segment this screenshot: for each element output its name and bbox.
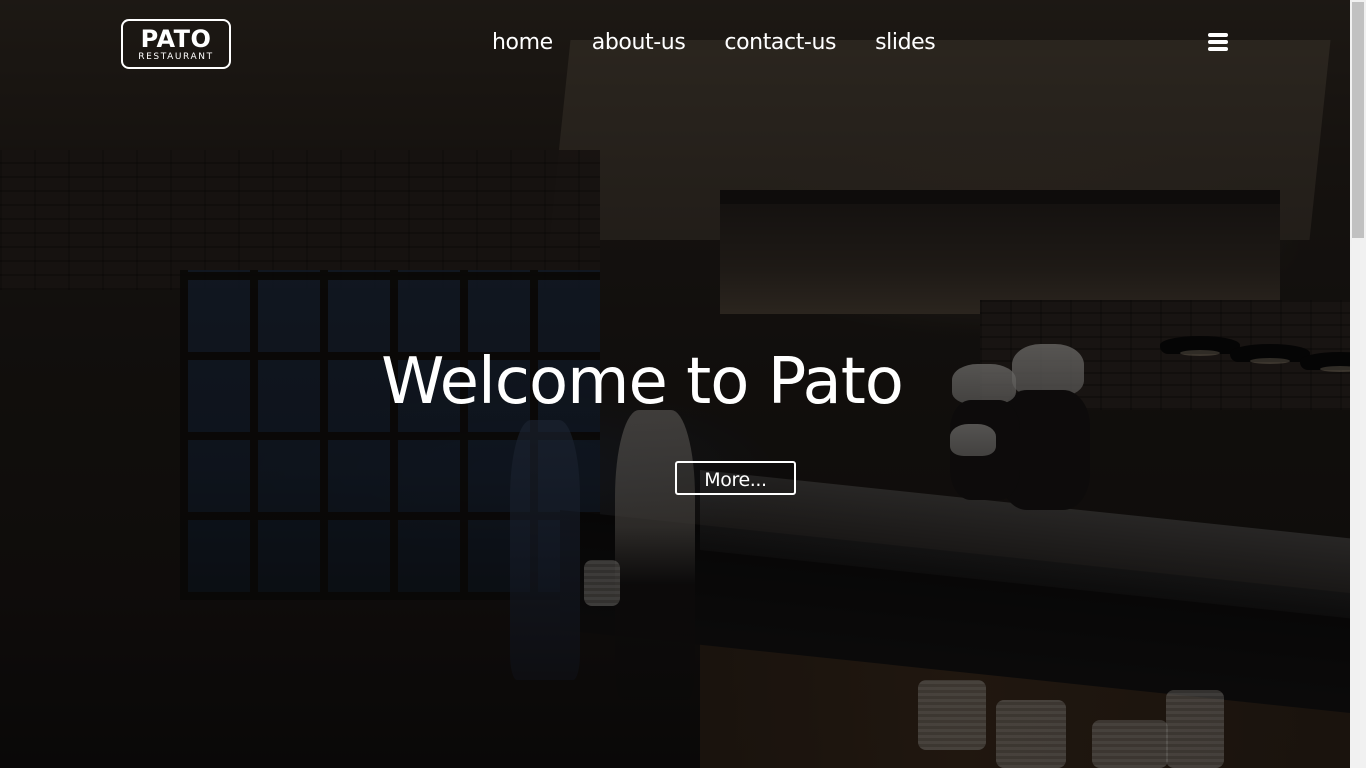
hamburger-menu-icon[interactable] [1208, 33, 1230, 53]
logo-title: PATO [140, 25, 212, 53]
nav-item-contact-us[interactable]: contact-us [724, 28, 836, 58]
nav-item-home[interactable]: home [492, 28, 553, 58]
scrollbar-thumb[interactable] [1352, 2, 1364, 238]
menu-bar [1208, 40, 1228, 44]
nav-item-slides[interactable]: slides [875, 28, 936, 58]
hero-title: Welcome to Pato [381, 345, 904, 419]
menu-bar [1208, 47, 1228, 51]
menu-bar [1208, 33, 1228, 37]
more-button[interactable]: More... [675, 461, 796, 495]
page: PATO RESTAURANT home about-us contact-us… [0, 0, 1366, 768]
site-header: PATO RESTAURANT home about-us contact-us… [0, 0, 1350, 88]
main-nav: home about-us contact-us slides [492, 28, 936, 58]
nav-item-about-us[interactable]: about-us [592, 28, 686, 58]
page-scrollbar[interactable] [1350, 0, 1366, 768]
brand-logo[interactable]: PATO RESTAURANT [121, 19, 231, 69]
logo-subtitle: RESTAURANT [138, 52, 214, 62]
